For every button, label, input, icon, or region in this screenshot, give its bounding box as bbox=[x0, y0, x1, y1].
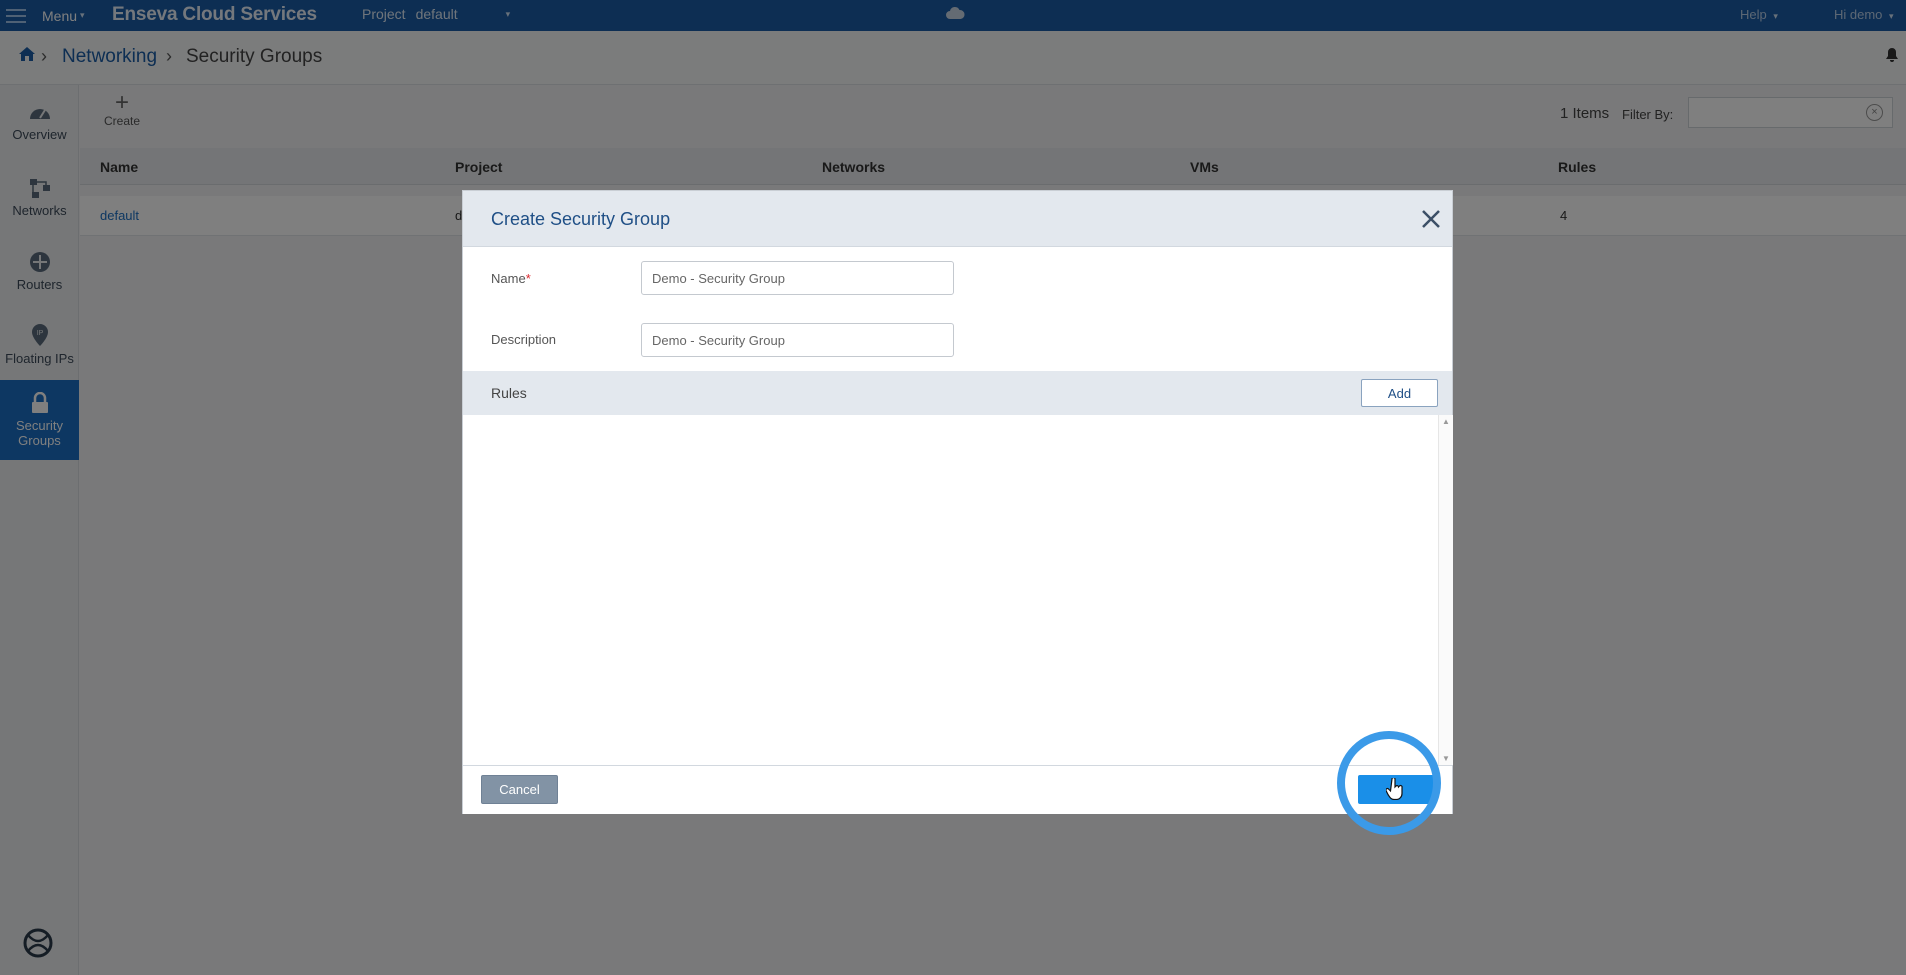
dialog-header: Create Security Group bbox=[463, 191, 1452, 247]
scroll-down-icon[interactable]: ▼ bbox=[1442, 754, 1450, 763]
rules-header: Rules Add bbox=[463, 371, 1452, 415]
name-field[interactable] bbox=[641, 261, 954, 295]
scroll-up-icon[interactable]: ▲ bbox=[1442, 417, 1450, 426]
name-label-text: Name bbox=[491, 271, 526, 286]
required-marker: * bbox=[525, 271, 531, 286]
dialog-title: Create Security Group bbox=[491, 209, 671, 229]
dialog-footer: Cancel bbox=[463, 765, 1452, 814]
description-field[interactable] bbox=[641, 323, 954, 357]
add-rule-button[interactable]: Add bbox=[1361, 379, 1438, 407]
cancel-button[interactable]: Cancel bbox=[481, 775, 558, 804]
rules-list bbox=[463, 415, 1438, 765]
rules-scrollbar[interactable]: ▲ ▼ bbox=[1438, 415, 1453, 765]
close-icon[interactable] bbox=[1418, 206, 1444, 232]
description-field-label: Description bbox=[491, 332, 557, 347]
rules-label: Rules bbox=[491, 385, 527, 401]
create-security-group-dialog: Create Security Group Name* Description … bbox=[462, 190, 1453, 814]
name-field-label: Name* bbox=[491, 271, 531, 286]
hand-cursor-icon bbox=[1385, 776, 1404, 805]
